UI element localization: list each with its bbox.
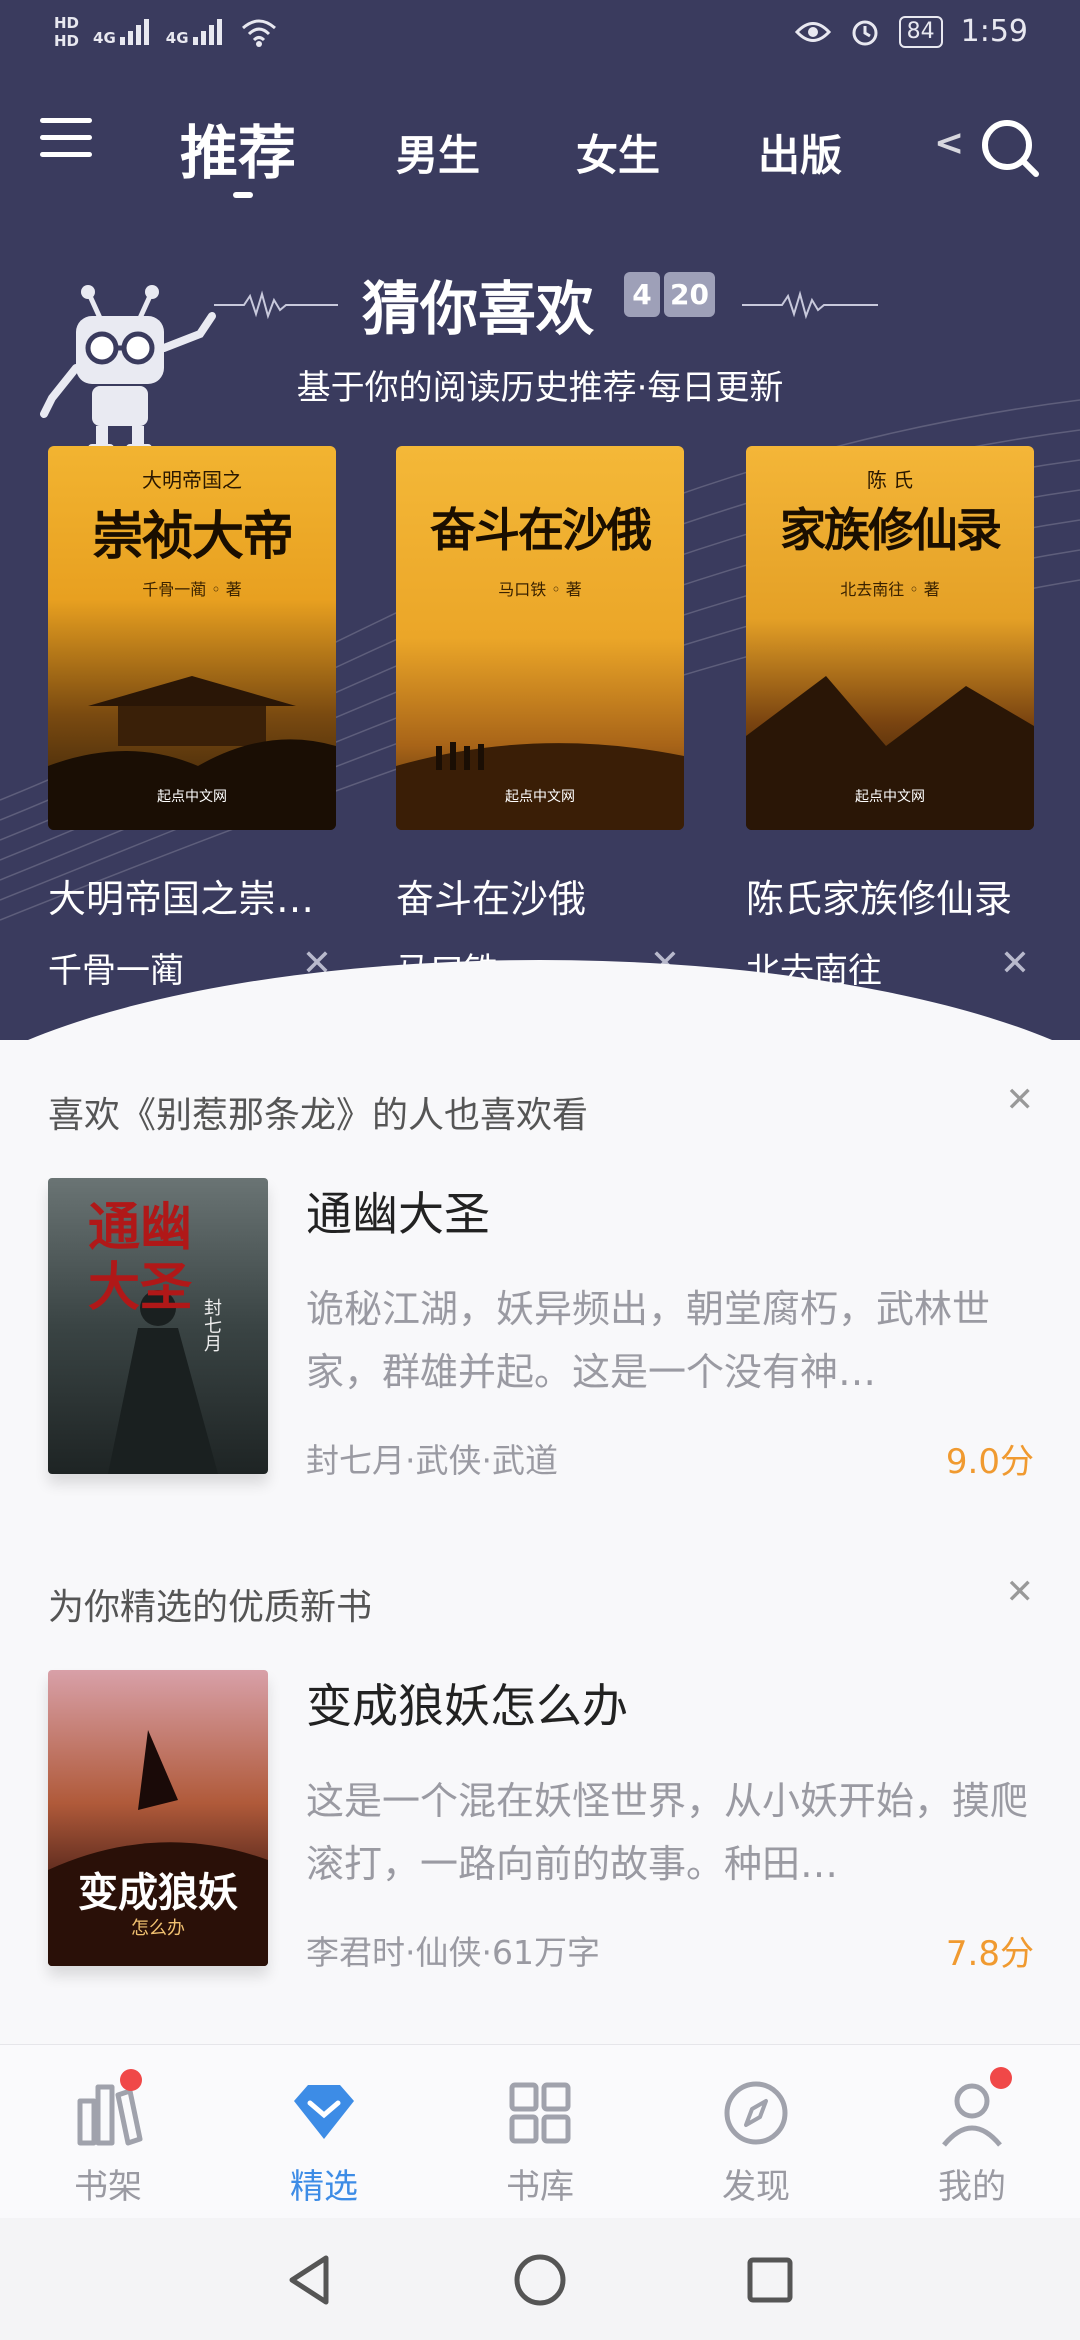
nav-label: 我的 — [938, 2167, 1006, 2207]
card-reason: 为你精选的优质新书 — [48, 1587, 373, 1628]
card-reason: 喜欢《别惹那条龙》的人也喜欢看 — [48, 1095, 589, 1136]
search-icon[interactable] — [978, 116, 1042, 180]
recommend-card: 喜欢《别惹那条龙》的人也喜欢看 ✕ 通幽大圣 封七月 通幽大圣 诡秘江湖，妖异频出… — [48, 1080, 1038, 1482]
clock: 1:59 — [960, 14, 1028, 49]
book-meta: 封七月·武侠·武道 — [306, 1441, 558, 1480]
grid-icon — [509, 2082, 571, 2144]
header-area: HD HD 4G 4G 84 1:59 推荐 男生 女生 出版 < 猜你喜欢 4… — [0, 0, 1080, 1040]
notification-dot — [990, 2067, 1012, 2089]
bottom-navigation: 书架 精选 书库 发现 我的 — [0, 2044, 1080, 2218]
book-row[interactable]: 变成狼妖 怎么办 变成狼妖怎么办 这是一个混在妖怪世界，从小妖开始，摸爬滚打，一… — [48, 1670, 1038, 1974]
nav-label: 书库 — [506, 2167, 574, 2207]
cover-title: 家族修仙录 — [780, 503, 1002, 557]
sound-wave-left-icon — [214, 290, 338, 320]
wifi-icon — [241, 19, 276, 47]
tab-male[interactable]: 男生 — [396, 122, 480, 183]
nav-mine[interactable]: 我的 — [902, 2067, 1042, 2208]
signal-icon — [192, 19, 222, 45]
home-icon[interactable] — [512, 2252, 568, 2308]
nav-bookshelf[interactable]: 书架 — [38, 2069, 178, 2208]
cover-title: 变成狼妖 — [78, 1869, 238, 1916]
nav-featured[interactable]: 精选 — [254, 2073, 394, 2208]
top-navigation: 推荐 男生 女生 出版 < — [0, 100, 1080, 200]
network-type-1: 4G — [93, 29, 116, 47]
nav-label: 发现 — [722, 2167, 790, 2207]
tab-female[interactable]: 女生 — [576, 122, 660, 183]
cover-title: 通幽大圣 — [88, 1197, 193, 1318]
tab-publish[interactable]: 出版 — [758, 122, 842, 183]
app-screen: HD HD 4G 4G 84 1:59 推荐 男生 女生 出版 < 猜你喜欢 4… — [0, 0, 1080, 2340]
book-title[interactable]: 变成狼妖怎么办 — [306, 1670, 1038, 1736]
cover-publisher: 起点中文网 — [855, 789, 925, 805]
cover-subtitle: 怎么办 — [131, 1918, 185, 1939]
book-cover-image[interactable]: 奋斗在沙俄 马口铁 ◦ 著 起点中文网 — [396, 446, 684, 830]
eye-icon — [794, 21, 831, 42]
alarm-icon — [852, 20, 878, 45]
nav-discover[interactable]: 发现 — [686, 2073, 826, 2208]
battery-indicator: 84 — [898, 15, 943, 48]
dismiss-icon[interactable]: ✕ — [302, 943, 332, 984]
signal-icon — [119, 19, 149, 45]
compass-icon — [724, 2081, 788, 2145]
cover-publisher: 起点中文网 — [157, 789, 227, 805]
cover-title: 崇祯大帝 — [91, 506, 294, 567]
diamond-icon — [294, 2085, 354, 2139]
close-icon[interactable]: ✕ — [1006, 1080, 1035, 1120]
cover-author: 马口铁 ◦ 著 — [498, 580, 582, 599]
notification-dot — [120, 2069, 142, 2091]
close-icon[interactable]: ✕ — [1006, 1572, 1035, 1612]
nav-label: 精选 — [290, 2167, 358, 2207]
status-bar: HD HD 4G 4G 84 1:59 — [0, 0, 1080, 72]
book-cover-image[interactable]: 通幽大圣 封七月 — [48, 1178, 268, 1474]
book-name[interactable]: 陈氏家族修仙录 — [746, 868, 1036, 923]
cover-publisher: 起点中文网 — [505, 789, 575, 805]
guess-title: 猜你喜欢 — [362, 275, 595, 343]
book-author: 千骨一蔺 — [48, 951, 184, 991]
hd-label-1: HD — [54, 14, 80, 32]
tab-more-partial[interactable]: < — [934, 122, 964, 164]
menu-icon[interactable] — [40, 118, 92, 170]
book-cover-image[interactable]: 变成狼妖 怎么办 — [48, 1670, 268, 1966]
hd-label-2: HD — [54, 32, 80, 50]
sound-wave-right-icon — [742, 290, 878, 320]
book-cover-image[interactable]: 陈 氏 家族修仙录 北去南往 ◦ 著 起点中文网 — [746, 446, 1034, 830]
cover-title: 奋斗在沙俄 — [430, 503, 652, 557]
tab-recommend[interactable]: 推荐 — [180, 106, 296, 198]
dismiss-icon[interactable]: ✕ — [650, 943, 680, 984]
recent-apps-icon[interactable] — [742, 2252, 798, 2308]
date-day: 20 — [664, 272, 715, 317]
guess-book-card[interactable]: 大明帝国之 崇祯大帝 千骨一蔺 ◦ 著 起点中文网 大明帝国之崇祯大帝 千骨一蔺… — [48, 446, 338, 992]
network-type-2: 4G — [165, 29, 189, 47]
book-meta: 李君时·仙侠·61万字 — [306, 1933, 600, 1972]
guess-book-card[interactable]: 陈 氏 家族修仙录 北去南往 ◦ 著 起点中文网 陈氏家族修仙录 北去南往 ✕ — [746, 446, 1036, 992]
date-month: 4 — [624, 272, 660, 317]
dismiss-icon[interactable]: ✕ — [1000, 943, 1030, 984]
book-score: 7.8分 — [945, 1934, 1034, 1974]
book-name[interactable]: 大明帝国之崇祯大帝 — [48, 868, 338, 923]
system-navigation-bar — [0, 2218, 1080, 2340]
book-score: 9.0分 — [945, 1442, 1034, 1482]
book-author: 马口铁 — [396, 951, 498, 991]
cover-author: 北去南往 ◦ 著 — [840, 580, 940, 599]
cover-small-text: 陈 氏 — [866, 468, 914, 492]
recommend-card: 为你精选的优质新书 ✕ 变成狼妖 怎么办 变成狼妖怎么办 这是一个混在妖怪世界，从… — [48, 1572, 1038, 1974]
book-description: 这是一个混在妖怪世界，从小妖开始，摸爬滚打，一路向前的故事。种田… — [306, 1779, 1029, 1886]
nav-label: 书架 — [74, 2167, 142, 2207]
cover-small-text: 大明帝国之 — [142, 468, 242, 492]
book-name[interactable]: 奋斗在沙俄 — [396, 868, 686, 923]
back-icon[interactable] — [282, 2252, 338, 2308]
guess-subtitle: 基于你的阅读历史推荐·每日更新 — [296, 368, 784, 408]
nav-library[interactable]: 书库 — [470, 2073, 610, 2208]
book-row[interactable]: 通幽大圣 封七月 通幽大圣 诡秘江湖，妖异频出，朝堂腐朽，武林世家，群雄并起。这… — [48, 1178, 1038, 1482]
guess-book-card[interactable]: 奋斗在沙俄 马口铁 ◦ 著 起点中文网 奋斗在沙俄 马口铁 ✕ — [396, 446, 686, 992]
cover-author: 封七月 — [201, 1298, 222, 1352]
book-author: 北去南往 — [746, 951, 882, 991]
cover-author: 千骨一蔺 ◦ 著 — [142, 580, 242, 599]
book-title[interactable]: 通幽大圣 — [306, 1178, 1038, 1244]
book-cover-image[interactable]: 大明帝国之 崇祯大帝 千骨一蔺 ◦ 著 起点中文网 — [48, 446, 336, 830]
date-badge: 4 20 — [624, 272, 715, 317]
book-description: 诡秘江湖，妖异频出，朝堂腐朽，武林世家，群雄并起。这是一个没有神… — [306, 1287, 991, 1394]
